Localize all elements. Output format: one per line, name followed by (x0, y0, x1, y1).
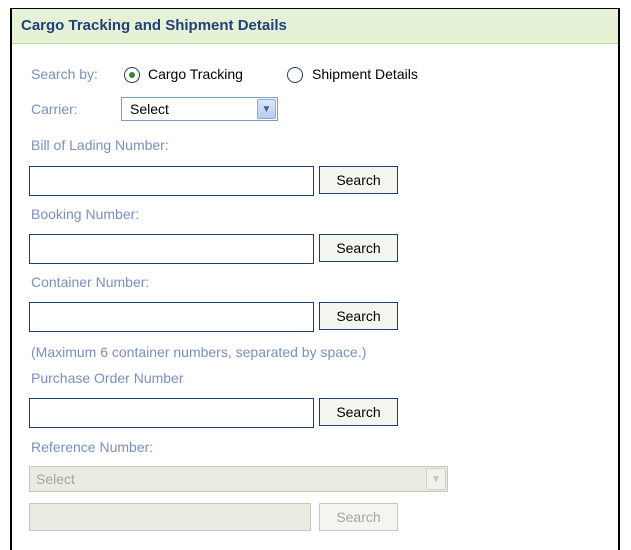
panel-title: Cargo Tracking and Shipment Details (12, 9, 618, 44)
booking-search-button[interactable]: Search (319, 234, 398, 262)
bill-of-lading-input[interactable] (29, 166, 314, 196)
purchase-order-search-button[interactable]: Search (319, 398, 398, 426)
chevron-down-icon[interactable]: ▼ (257, 99, 276, 119)
reference-input (29, 503, 311, 531)
radio-cargo-tracking[interactable] (124, 67, 140, 83)
radio-shipment-details[interactable] (287, 67, 303, 83)
purchase-order-input[interactable] (29, 398, 314, 428)
top-strip (0, 0, 631, 8)
booking-label: Booking Number: (31, 206, 140, 222)
container-label: Container Number: (31, 274, 150, 290)
bill-of-lading-search-button[interactable]: Search (319, 166, 398, 194)
reference-select-value: Select (36, 471, 75, 487)
reference-label: Reference Number: (31, 439, 154, 455)
reference-select: Select ▼ (29, 466, 448, 492)
carrier-select[interactable]: Select ▼ (121, 97, 278, 121)
container-hint: (Maximum 6 container numbers, separated … (31, 344, 367, 360)
reference-search-button: Search (319, 503, 398, 531)
bill-of-lading-label: Bill of Lading Number: (31, 137, 169, 153)
radio-selected-dot (129, 72, 135, 78)
container-search-button[interactable]: Search (319, 302, 398, 330)
container-input[interactable] (29, 302, 314, 332)
booking-input[interactable] (29, 234, 314, 264)
purchase-order-label: Purchase Order Number (31, 370, 184, 386)
radio-label-cargo-tracking[interactable]: Cargo Tracking (148, 66, 243, 82)
chevron-down-icon: ▼ (426, 468, 446, 490)
carrier-select-value: Select (130, 101, 169, 117)
search-by-label: Search by: (31, 66, 98, 82)
carrier-label: Carrier: (31, 101, 78, 117)
radio-label-shipment-details[interactable]: Shipment Details (312, 66, 418, 82)
